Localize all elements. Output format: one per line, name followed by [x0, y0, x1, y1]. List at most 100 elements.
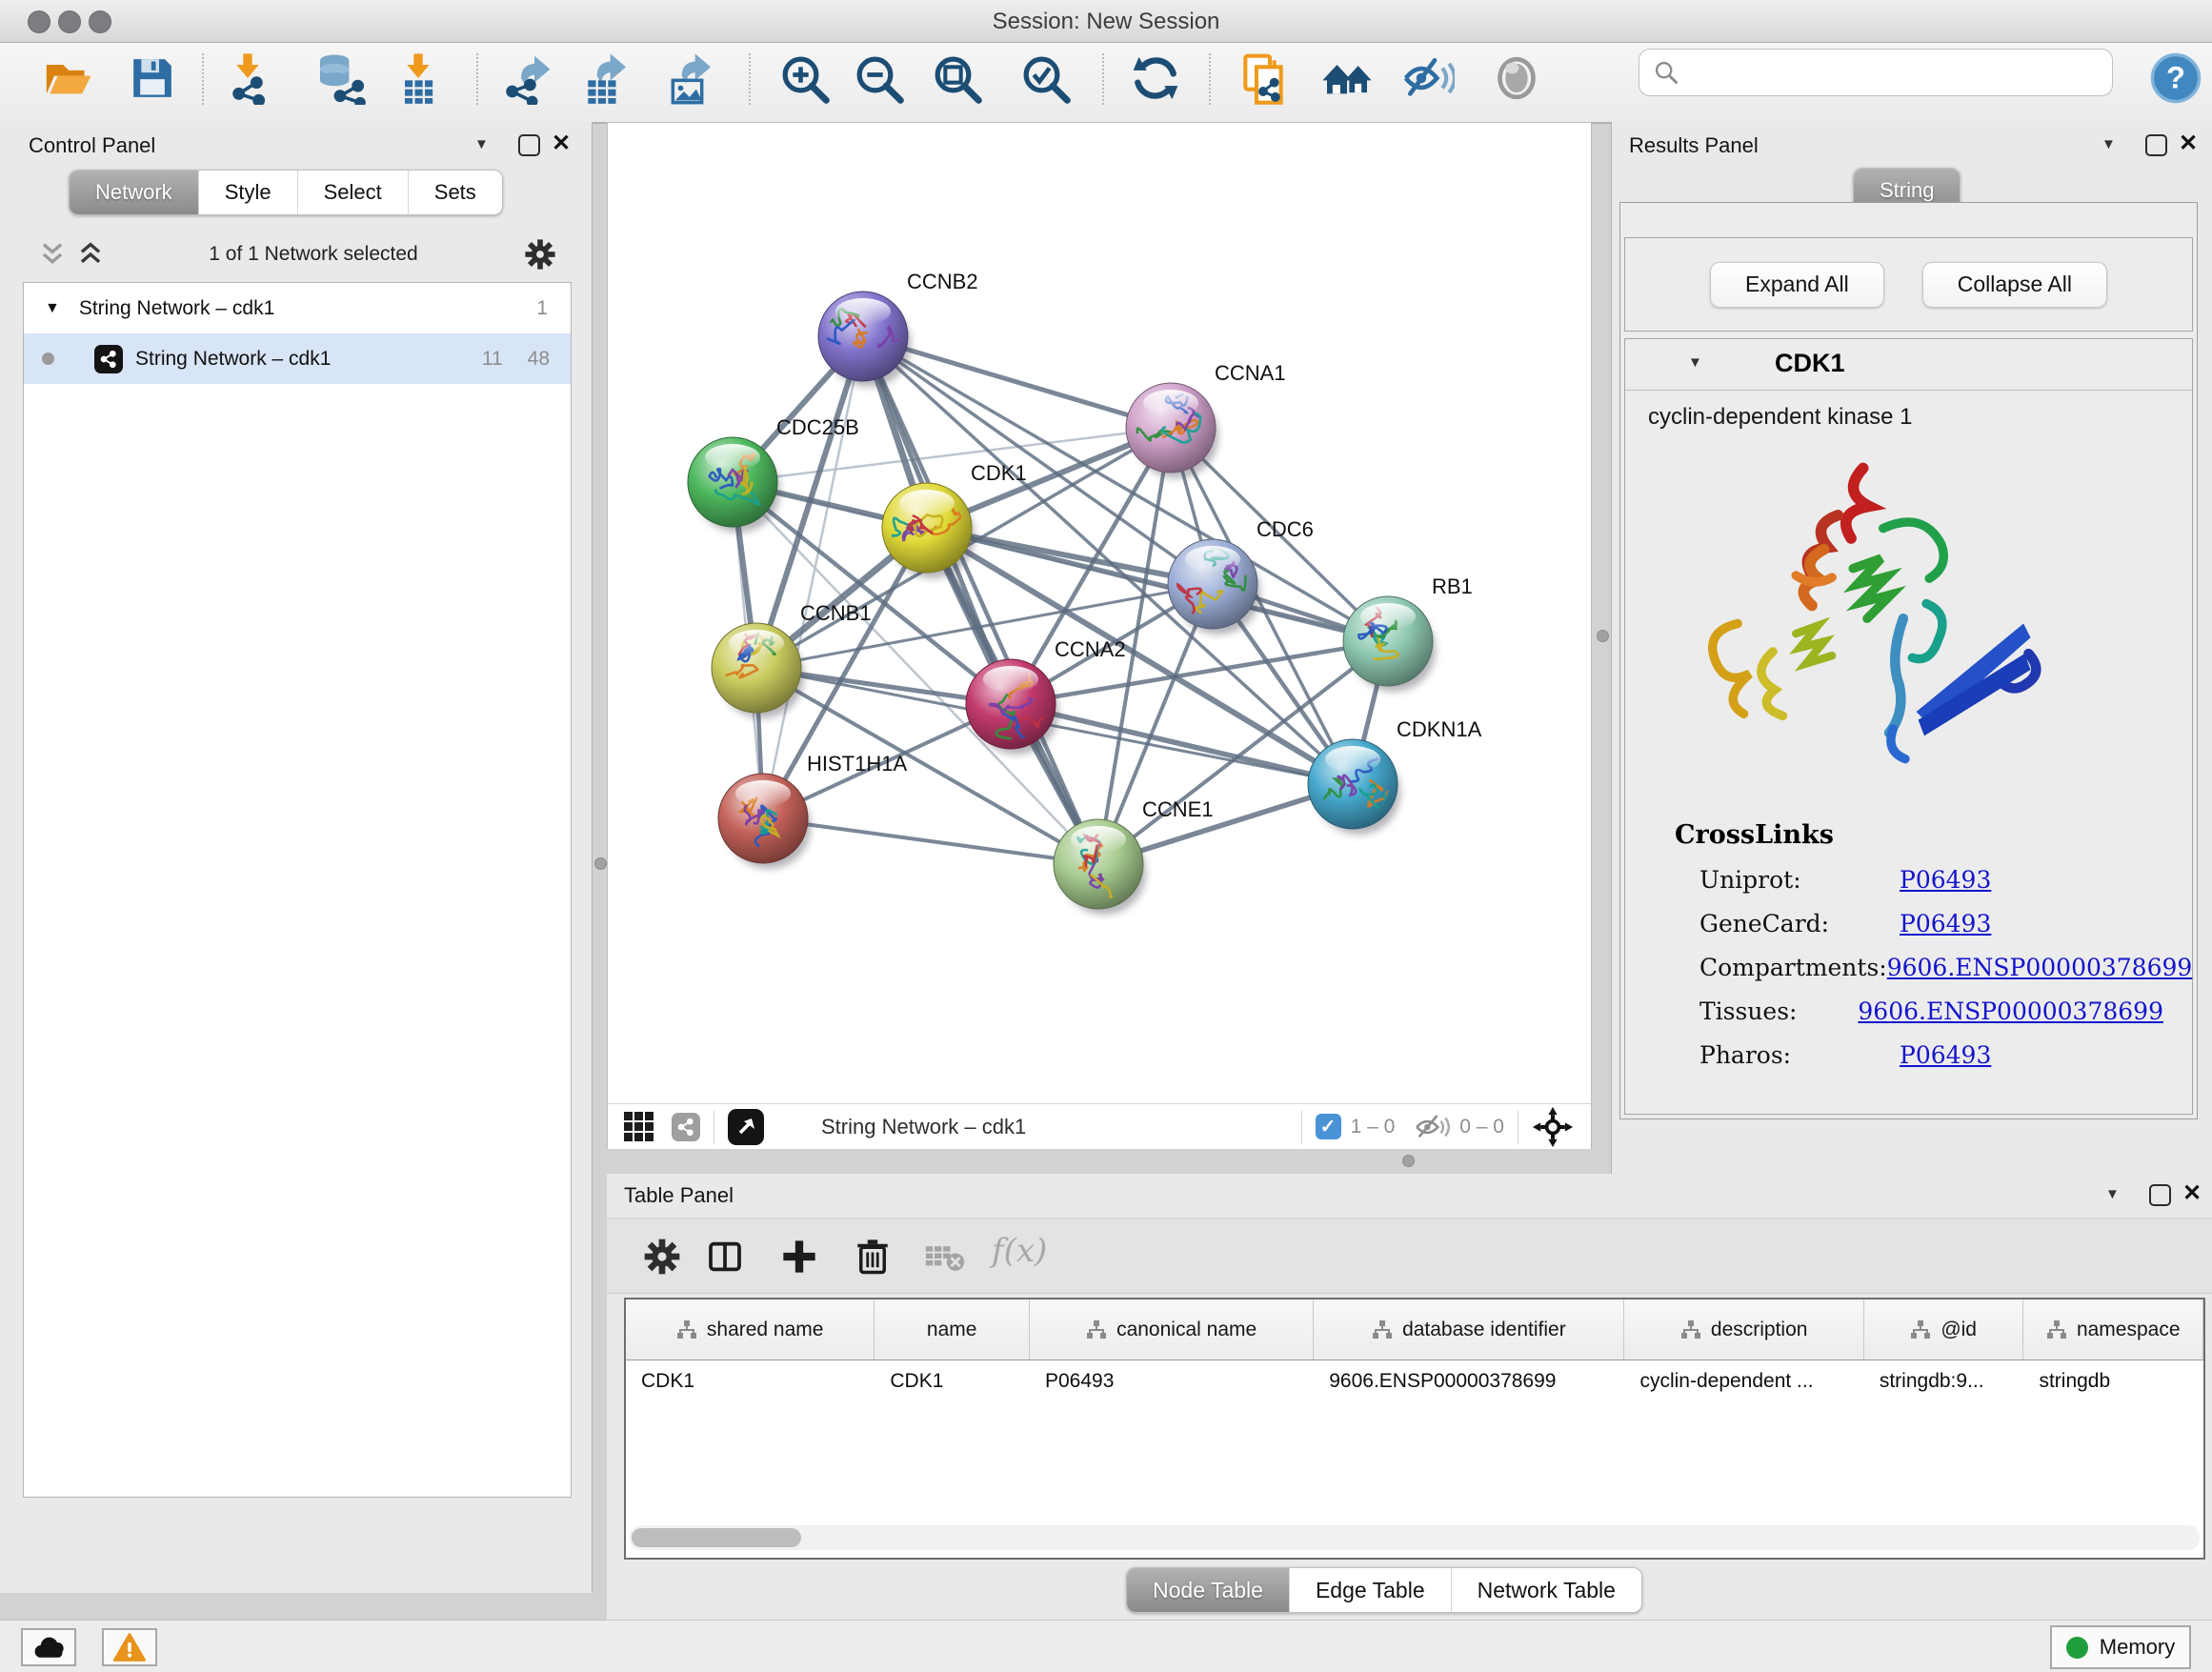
import-network-icon[interactable]	[221, 51, 274, 105]
network-selected-count: 1 of 1 Network selected	[103, 243, 524, 266]
network-collection-row[interactable]: ▼ String Network – cdk1 1	[24, 283, 571, 333]
table-cell[interactable]: cyclin-dependent ...	[1624, 1370, 1863, 1393]
tab-style[interactable]: Style	[198, 171, 297, 214]
collapse-all-button[interactable]: Collapse All	[1922, 262, 2107, 308]
import-database-icon[interactable]	[313, 51, 367, 105]
node-ccnb1[interactable]: CCNB1	[712, 601, 872, 718]
tree-expand-caret-icon[interactable]: ▼	[45, 300, 60, 317]
node-ccnb2[interactable]: CCNB2	[814, 270, 978, 387]
string-view-icon[interactable]	[672, 1113, 700, 1141]
column-header-database-identifier[interactable]: database identifier	[1314, 1299, 1624, 1360]
tab-network-table[interactable]: Network Table	[1451, 1568, 1641, 1612]
tab-network[interactable]: Network	[70, 171, 198, 214]
table-header-row: shared namenamecanonical namedatabase id…	[626, 1299, 2203, 1360]
zoom-out-icon[interactable]	[852, 51, 905, 105]
delete-column-trash-icon[interactable]	[853, 1236, 893, 1276]
zoom-fit-icon[interactable]	[930, 51, 983, 105]
table-cell[interactable]: CDK1	[875, 1370, 1030, 1393]
birds-eye-view-icon[interactable]	[1532, 1106, 1574, 1148]
column-type-icon	[1086, 1319, 1107, 1340]
table-cell[interactable]: 9606.ENSP00000378699	[1314, 1370, 1624, 1393]
column-type-icon	[1372, 1319, 1393, 1340]
gene-section-header[interactable]: ▼ CDK1	[1625, 339, 2192, 391]
table-options-gear-icon[interactable]	[643, 1238, 681, 1276]
expand-all-chevron-icon[interactable]	[78, 242, 103, 267]
open-session-icon[interactable]	[41, 51, 94, 105]
vertical-splitter-handle[interactable]	[594, 857, 607, 870]
crosslink-genecard-link[interactable]: P06493	[1900, 910, 1991, 937]
table-row[interactable]: CDK1CDK1P064939606.ENSP00000378699cyclin…	[626, 1360, 2203, 1402]
graphics-details-eye-icon[interactable]	[1490, 51, 1543, 105]
tab-sets[interactable]: Sets	[408, 171, 502, 214]
crosslink-compartments-link[interactable]: 9606.ENSP00000378699	[1887, 954, 2193, 981]
table-cell[interactable]: stringdb	[2023, 1370, 2203, 1393]
table-cell[interactable]: stringdb:9...	[1864, 1370, 2024, 1393]
open-in-window-icon[interactable]	[728, 1109, 764, 1145]
toolbar-separator	[1102, 53, 1104, 105]
scrollbar-thumb[interactable]	[632, 1528, 801, 1547]
show-all-homes-icon[interactable]	[1320, 51, 1374, 105]
gene-collapse-caret-icon[interactable]: ▼	[1688, 354, 1702, 371]
control-panel-maximize-icon[interactable]	[518, 134, 540, 156]
import-table-icon[interactable]	[392, 51, 445, 105]
collapse-all-chevron-icon[interactable]	[40, 242, 65, 267]
search-input[interactable]	[1639, 49, 2113, 96]
column-header-name[interactable]: name	[875, 1299, 1030, 1360]
network-row-selected[interactable]: String Network – cdk1 11 48	[24, 333, 571, 384]
tab-edge-table[interactable]: Edge Table	[1289, 1568, 1451, 1612]
selected-items-checkbox[interactable]: ✓	[1316, 1114, 1341, 1139]
node-hist1h1a[interactable]: HIST1H1A	[718, 752, 907, 869]
table-horizontal-scrollbar[interactable]	[630, 1525, 2200, 1550]
vertical-splitter-handle[interactable]	[1597, 630, 1609, 642]
results-panel-float-icon[interactable]: ▼	[2101, 136, 2116, 152]
node-ccna1[interactable]: CCNA1	[1126, 361, 1286, 478]
results-panel-close-icon[interactable]: ✕	[2179, 134, 2198, 153]
export-table-icon[interactable]	[579, 51, 633, 105]
zoom-in-icon[interactable]	[777, 51, 831, 105]
hide-selected-eye-icon[interactable]	[1401, 51, 1455, 105]
crosslink-pharos-link[interactable]: P06493	[1900, 1041, 1991, 1069]
crosslink-tissues-link[interactable]: 9606.ENSP00000378699	[1858, 997, 2163, 1025]
network-edge-count: 48	[528, 348, 550, 371]
column-header-shared-name[interactable]: shared name	[626, 1299, 875, 1360]
table-panel-float-icon[interactable]: ▼	[2105, 1186, 2120, 1202]
show-columns-icon[interactable]	[706, 1238, 744, 1276]
export-network-icon[interactable]	[501, 51, 554, 105]
zoom-selected-icon[interactable]	[1018, 51, 1072, 105]
crosslink-row: Compartments: 9606.ENSP00000378699	[1675, 954, 2163, 981]
memory-button[interactable]: Memory	[2050, 1625, 2191, 1669]
save-session-icon[interactable]	[126, 51, 179, 105]
node-cdk1[interactable]: CDK1	[882, 461, 1027, 578]
window-title: Session: New Session	[0, 9, 2212, 35]
clone-network-icon[interactable]	[1237, 51, 1290, 105]
column-header-namespace[interactable]: namespace	[2023, 1299, 2203, 1360]
results-panel-maximize-icon[interactable]	[2145, 134, 2167, 156]
toolbar-separator	[476, 53, 478, 105]
help-icon[interactable]: ?	[2149, 51, 2202, 105]
tab-select[interactable]: Select	[297, 171, 408, 214]
add-column-icon[interactable]	[780, 1238, 818, 1276]
tab-node-table[interactable]: Node Table	[1127, 1568, 1289, 1612]
node-cdkn1a[interactable]: CDKN1A	[1308, 717, 1482, 835]
export-image-icon[interactable]	[664, 51, 717, 105]
table-cell[interactable]: CDK1	[626, 1370, 875, 1393]
grid-layout-icon[interactable]	[622, 1110, 656, 1144]
warning-status-button[interactable]	[102, 1628, 157, 1666]
control-panel-float-icon[interactable]: ▼	[474, 136, 489, 152]
column-header--id[interactable]: @id	[1864, 1299, 2024, 1360]
network-options-gear-icon[interactable]	[524, 238, 556, 271]
crosslink-label: Compartments:	[1699, 954, 1887, 981]
refresh-icon[interactable]	[1129, 51, 1182, 105]
column-header-canonical-name[interactable]: canonical name	[1030, 1299, 1314, 1360]
expand-all-button[interactable]: Expand All	[1710, 262, 1884, 308]
cloud-status-button[interactable]	[21, 1628, 76, 1666]
table-panel-close-icon[interactable]: ✕	[2182, 1184, 2202, 1203]
control-panel-close-icon[interactable]: ✕	[552, 134, 571, 153]
network-graph[interactable]: CCNB2CCNA1CDC25BCDK1CDC6RB1CCNB1CCNA2CDK…	[608, 123, 1591, 1102]
table-cell[interactable]: P06493	[1030, 1370, 1314, 1393]
column-header-description[interactable]: description	[1624, 1299, 1863, 1360]
table-panel-maximize-icon[interactable]	[2149, 1184, 2171, 1206]
horizontal-splitter-handle[interactable]	[1402, 1155, 1415, 1167]
node-rb1[interactable]: RB1	[1343, 574, 1473, 692]
crosslink-uniprot-link[interactable]: P06493	[1900, 866, 1991, 894]
